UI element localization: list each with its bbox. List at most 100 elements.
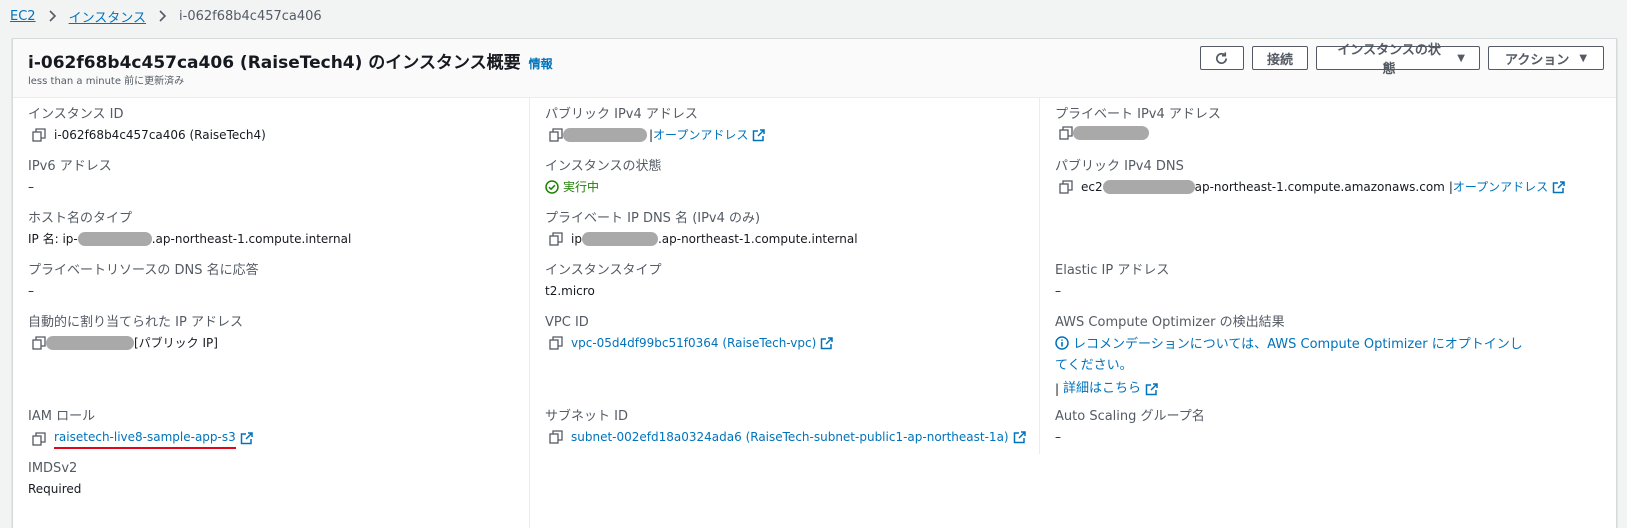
copy-icon[interactable] [549,336,563,350]
redacted-block [581,232,658,246]
details-grid: インスタンス ID i-062f68b4c457ca406 (RaiseTech… [13,98,1616,528]
info-link[interactable]: 情報 [529,55,553,72]
copy-icon[interactable] [549,232,563,246]
field-auto-ip: 自動的に割り当てられた IP アドレス [パブリック IP] [28,314,243,352]
field-label: プライベートリソースの DNS 名に応答 [28,263,259,278]
field-label: パブリック IPv4 アドレス [545,107,698,122]
caret-down-icon: ▼ [1579,52,1588,64]
header-actions: 接続 インスタンスの状態 ▼ アクション ▼ [1199,43,1604,77]
subnet-link[interactable]: subnet-002efd18a0324ada6 (RaiseTech-subn… [571,428,1009,446]
refresh-button[interactable] [1199,46,1244,70]
refresh-icon [1214,51,1229,66]
field-label: プライベート IPv4 アドレス [1055,107,1221,122]
hostname-prefix: IP 名: ip- [28,232,78,246]
copy-icon[interactable] [1059,180,1073,194]
actions-dropdown[interactable]: アクション ▼ [1488,46,1604,70]
redacted-block [1073,126,1149,140]
field-label: Elastic IP アドレス [1055,263,1170,278]
learn-more-link[interactable]: 詳細はこちら [1063,380,1141,398]
instance-type-value: t2.micro [545,284,595,298]
info-icon [1055,336,1069,350]
field-public-ipv4: パブリック IPv4 アドレス | オープンアドレス [545,106,766,144]
public-dns-suffix: ap-northeast-1.compute.amazonaws.com [1194,180,1445,194]
connect-button[interactable]: 接続 [1251,46,1308,70]
instance-id-value: i-062f68b4c457ca406 (RaiseTech4) [54,128,266,142]
field-label: ホスト名のタイプ [28,211,133,226]
external-link-icon[interactable] [820,336,834,350]
status-ok-icon [545,180,559,194]
field-imdsv2: IMDSv2 Required [28,460,81,498]
breadcrumb-ec2[interactable]: EC2 [10,9,36,24]
field-vpc-id: VPC ID vpc-05d4df99bc51f0364 (RaiseTech-… [545,314,834,352]
copy-icon[interactable] [32,431,46,446]
redacted-block [77,232,152,246]
details-column-3: プライベート IPv4 アドレス パブリック IPv4 DNS ec2 ap-n… [1040,98,1616,528]
field-ipv6: IPv6 アドレス – [28,158,112,196]
private-dns-answer-value: – [28,284,34,298]
breadcrumb: EC2 インスタンス i-062f68b4c457ca406 [10,6,322,26]
field-instance-id: インスタンス ID i-062f68b4c457ca406 (RaiseTech… [28,106,266,144]
copy-icon[interactable] [32,128,46,142]
field-label: インスタンスタイプ [545,263,662,278]
open-address-link[interactable]: オープンアドレス [1453,178,1548,196]
external-link-icon[interactable] [1013,430,1026,444]
instance-summary-panel: i-062f68b4c457ca406 (RaiseTech4) のインスタンス… [12,38,1617,528]
external-link-icon[interactable] [1145,382,1158,396]
details-column-2: パブリック IPv4 アドレス | オープンアドレス インスタンスの状態 実行中… [530,98,1040,528]
field-label: IPv6 アドレス [28,159,112,174]
instance-state-dropdown[interactable]: インスタンスの状態 ▼ [1316,43,1480,77]
redacted-block [563,128,647,142]
breadcrumb-instances[interactable]: インスタンス [69,7,146,26]
copy-icon[interactable] [32,336,46,350]
field-instance-type: インスタンスタイプ t2.micro [545,262,661,300]
last-updated-text: less than a minute 前に更新済み [28,76,185,87]
field-label: IMDSv2 [28,461,78,476]
field-label: IAM ロール [28,409,96,424]
chevron-right-icon [48,10,57,22]
copy-icon[interactable] [549,430,563,444]
field-compute-optimizer: AWS Compute Optimizer の検出結果 レコメンデーションについ… [1055,314,1530,398]
auto-scaling-value: – [1055,430,1061,444]
field-label: インスタンスの状態 [545,159,662,174]
field-iam-role: IAM ロール raisetech-live8-sample-app-s3 [28,408,253,449]
iam-role-link[interactable]: raisetech-live8-sample-app-s3 [54,428,236,449]
field-label: VPC ID [545,315,589,330]
ipv6-value: – [28,180,34,194]
chevron-right-icon [158,10,167,22]
public-dns-prefix: ec2 [1081,180,1103,194]
field-label: プライベート IP DNS 名 (IPv4 のみ) [545,211,761,226]
field-private-ipv4: プライベート IPv4 アドレス [1055,106,1221,140]
private-dns-prefix: ip [571,232,582,246]
open-address-link[interactable]: オープンアドレス [653,126,748,144]
instance-state-label: インスタンスの状態 [1337,43,1441,77]
page-title: i-062f68b4c457ca406 (RaiseTech4) のインスタンス… [28,53,521,73]
field-instance-state: インスタンスの状態 実行中 [545,158,661,196]
hostname-suffix: .ap-northeast-1.compute.internal [151,232,352,246]
external-link-icon[interactable] [752,128,766,142]
field-elastic-ip: Elastic IP アドレス – [1055,262,1169,300]
vpc-link[interactable]: vpc-05d4df99bc51f0364 (RaiseTech-vpc) [571,334,816,352]
field-auto-scaling-group: Auto Scaling グループ名 – [1055,408,1205,446]
field-label: サブネット ID [545,409,628,424]
redacted-block [1102,180,1195,194]
field-subnet-id: サブネット ID subnet-002efd18a0324ada6 (Raise… [545,408,1026,446]
field-private-ip-dns: プライベート IP DNS 名 (IPv4 のみ) ip .ap-northea… [545,210,858,248]
caret-down-icon: ▼ [1457,52,1465,64]
elastic-ip-value: – [1055,284,1061,298]
external-link-icon[interactable] [1552,180,1565,194]
optimizer-opt-in-link[interactable]: レコメンデーションについては、AWS Compute Optimizer にオプ… [1055,337,1523,373]
field-label: インスタンス ID [28,107,124,122]
external-link-icon[interactable] [240,432,253,445]
field-label: パブリック IPv4 DNS [1055,159,1184,174]
panel-header: i-062f68b4c457ca406 (RaiseTech4) のインスタンス… [13,39,1616,98]
auto-ip-suffix: [パブリック IP] [134,336,218,350]
field-label: 自動的に割り当てられた IP アドレス [28,315,243,330]
breadcrumb-current: i-062f68b4c457ca406 [179,8,322,24]
actions-label: アクション [1504,52,1570,68]
copy-icon[interactable] [549,128,563,142]
field-label: Auto Scaling グループ名 [1055,409,1205,424]
copy-icon[interactable] [1059,126,1073,140]
private-dns-suffix: .ap-northeast-1.compute.internal [657,232,858,246]
field-hostname-type: ホスト名のタイプ IP 名: ip- .ap-northeast-1.compu… [28,210,351,248]
instance-state-value: 実行中 [563,180,600,194]
